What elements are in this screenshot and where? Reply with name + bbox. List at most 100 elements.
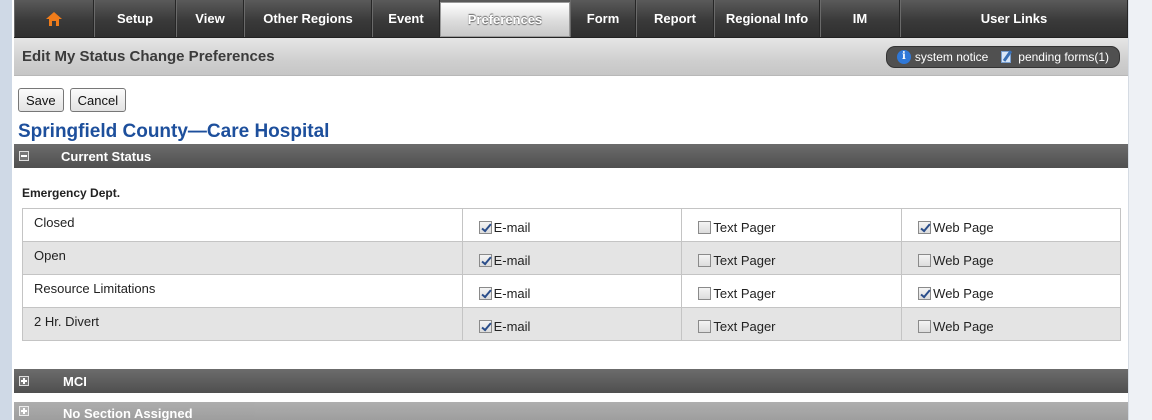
- email-cell: E-mail: [461, 274, 683, 308]
- nav-label: Preferences: [467, 12, 543, 27]
- status-name: Open: [22, 241, 463, 275]
- checkbox-unchecked-icon[interactable]: [698, 286, 712, 300]
- section-title: MCI: [63, 373, 87, 389]
- email-checkbox[interactable]: E-mail: [478, 285, 531, 301]
- organization-title: Springfield County—Care Hospital: [18, 121, 330, 142]
- pager-checkbox[interactable]: Text Pager: [698, 318, 776, 334]
- section-title: Current Status: [61, 148, 152, 164]
- checkbox-checked-icon[interactable]: [478, 220, 492, 234]
- checkbox-label: Text Pager: [713, 252, 776, 268]
- status-name: 2 Hr. Divert: [22, 307, 463, 341]
- notice-bar: i system notice pending forms(1): [885, 45, 1120, 68]
- checkbox-label: Web Page: [933, 285, 994, 301]
- nav-label: Event: [388, 11, 424, 26]
- checkbox-checked-icon[interactable]: [918, 220, 932, 234]
- nav-label: Report: [654, 11, 696, 26]
- web-cell: Web Page: [901, 274, 1121, 308]
- email-checkbox[interactable]: E-mail: [478, 318, 531, 334]
- nav-form[interactable]: Form: [570, 0, 636, 37]
- checkbox-label: Web Page: [933, 252, 994, 268]
- checkbox-unchecked-icon[interactable]: [698, 319, 712, 333]
- checkbox-label: Web Page: [933, 318, 994, 334]
- page-title: Edit My Status Change Preferences: [22, 48, 275, 65]
- nav-setup[interactable]: Setup: [94, 0, 176, 37]
- window-right-edge: [1128, 0, 1152, 420]
- checkbox-unchecked-icon[interactable]: [918, 319, 932, 333]
- web-checkbox[interactable]: Web Page: [918, 252, 994, 268]
- checkbox-unchecked-icon[interactable]: [918, 253, 932, 267]
- checkbox-checked-icon[interactable]: [918, 286, 932, 300]
- pager-checkbox[interactable]: Text Pager: [698, 285, 776, 301]
- nav-label: IM: [852, 11, 868, 26]
- pager-cell: Text Pager: [681, 307, 903, 341]
- checkbox-checked-icon[interactable]: [478, 319, 492, 333]
- checkbox-label: Text Pager: [713, 219, 776, 235]
- nav-preferences[interactable]: Preferences: [440, 2, 570, 37]
- nav-label: User Links: [980, 11, 1048, 26]
- nav-user-links[interactable]: User Links: [900, 0, 1128, 37]
- checkbox-label: E-mail: [493, 285, 531, 301]
- collapse-icon: [19, 151, 29, 161]
- email-cell: E-mail: [461, 307, 683, 341]
- nav-label: Regional Info: [725, 11, 809, 26]
- nav-im[interactable]: IM: [820, 0, 900, 37]
- table-row: Resource Limitations E-mail Text Pager Web …: [22, 274, 1121, 308]
- checkbox-label: Text Pager: [713, 318, 776, 334]
- checkbox-label: Web Page: [933, 219, 994, 235]
- pending-forms-label: pending forms(1): [1018, 49, 1109, 64]
- system-notice-link[interactable]: i system notice: [896, 49, 989, 64]
- email-cell: E-mail: [461, 208, 683, 242]
- table-row: Open E-mail Text Pager Web Page: [22, 241, 1121, 275]
- nav-label: Form: [586, 11, 620, 26]
- web-cell: Web Page: [901, 208, 1121, 242]
- nav-report[interactable]: Report: [636, 0, 714, 37]
- page-header: Edit My Status Change Preferences i syst…: [14, 38, 1128, 76]
- section-title: No Section Assigned: [63, 406, 193, 420]
- checkbox-label: E-mail: [493, 318, 531, 334]
- section-header-current-status[interactable]: Current Status: [14, 144, 1128, 168]
- home-icon: [46, 11, 62, 26]
- pager-cell: Text Pager: [681, 241, 903, 275]
- expand-icon: [19, 406, 29, 416]
- web-checkbox[interactable]: Web Page: [918, 219, 994, 235]
- nav-home[interactable]: [14, 0, 94, 37]
- section-header-no-section[interactable]: No Section Assigned: [14, 402, 1128, 420]
- table-row: Closed E-mail Text Pager Web Page: [22, 208, 1121, 242]
- section-header-mci[interactable]: MCI: [14, 369, 1128, 393]
- save-button[interactable]: Save: [18, 88, 64, 112]
- web-cell: Web Page: [901, 241, 1121, 275]
- checkbox-checked-icon[interactable]: [478, 253, 492, 267]
- email-checkbox[interactable]: E-mail: [478, 220, 530, 235]
- email-checkbox[interactable]: E-mail: [478, 252, 531, 268]
- nav-other-regions[interactable]: Other Regions: [244, 0, 372, 37]
- expand-icon: [19, 376, 29, 386]
- window-left-edge: [0, 0, 12, 420]
- web-checkbox[interactable]: Web Page: [918, 318, 994, 334]
- nav-view[interactable]: View: [176, 0, 244, 37]
- table-row: 2 Hr. Divert E-mail Text Pager Web Page: [22, 307, 1121, 341]
- status-preferences-table: Closed E-mail Text Pager Web Page Open E-mail…: [22, 208, 1121, 341]
- action-buttons: Save Cancel: [14, 76, 1128, 120]
- nav-label: Other Regions: [263, 11, 353, 26]
- checkbox-label: Text Pager: [713, 285, 776, 301]
- pending-forms-link[interactable]: pending forms(1): [1000, 50, 1109, 64]
- checkbox-checked-icon[interactable]: [478, 286, 492, 300]
- group-title: Emergency Dept.: [22, 186, 121, 200]
- info-icon: i: [896, 49, 911, 64]
- nav-regional-info[interactable]: Regional Info: [714, 0, 820, 37]
- checkbox-unchecked-icon[interactable]: [698, 253, 712, 267]
- system-notice-label: system notice: [914, 49, 989, 64]
- web-checkbox[interactable]: Web Page: [918, 285, 994, 301]
- checkbox-label: E-mail: [493, 252, 531, 268]
- cancel-button[interactable]: Cancel: [69, 88, 127, 112]
- form-edit-icon: [1000, 50, 1014, 63]
- nav-event[interactable]: Event: [372, 0, 440, 37]
- pager-cell: Text Pager: [681, 208, 903, 242]
- status-name: Closed: [22, 208, 463, 242]
- top-nav: Setup View Other Regions Event Preferenc…: [14, 0, 1128, 38]
- checkbox-unchecked-icon[interactable]: [698, 220, 712, 234]
- pager-checkbox[interactable]: Text Pager: [698, 219, 776, 235]
- nav-label: View: [195, 11, 225, 26]
- web-cell: Web Page: [901, 307, 1121, 341]
- pager-checkbox[interactable]: Text Pager: [698, 252, 776, 268]
